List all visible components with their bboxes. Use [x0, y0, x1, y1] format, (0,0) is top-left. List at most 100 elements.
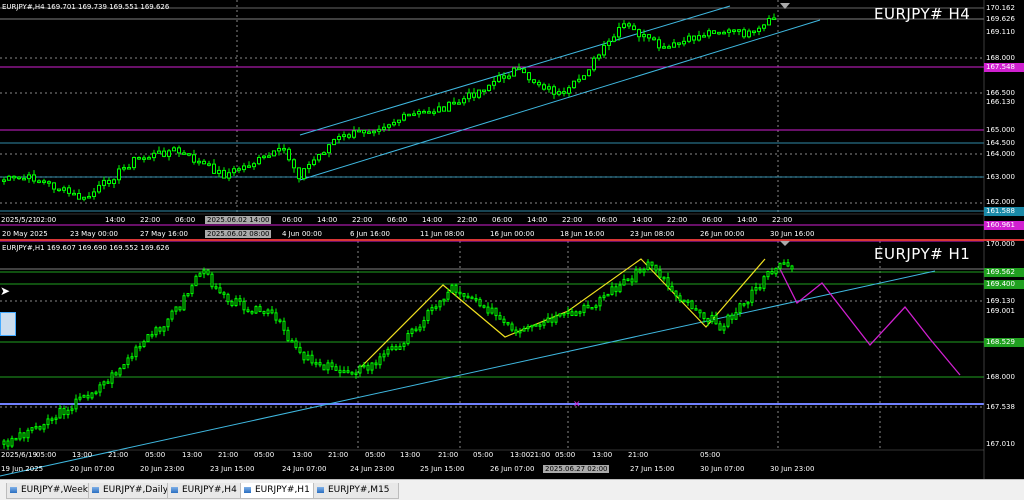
time-axis-label: 24 Jun 23:00 — [350, 465, 395, 473]
candle-body — [552, 86, 556, 95]
candle-body — [674, 290, 678, 297]
price-axis-label: 169.562 — [984, 268, 1024, 277]
candle-body — [122, 364, 126, 370]
time-axis-label: 05:00 — [473, 451, 494, 459]
candle-body — [618, 284, 622, 293]
candle-body — [172, 147, 176, 152]
candle-body — [770, 271, 774, 275]
candle-body — [494, 307, 498, 317]
candle-body — [554, 315, 558, 323]
candle-body — [572, 80, 576, 89]
candle-body — [237, 168, 241, 171]
trend-line — [0, 270, 936, 477]
candle-body — [54, 417, 58, 420]
candle-body — [627, 23, 631, 27]
candle-body — [78, 396, 82, 400]
candle-body — [102, 381, 106, 386]
candle-body — [112, 179, 116, 185]
tab-weekly[interactable]: EURJPY#,Weekly — [6, 483, 96, 499]
candle-body — [190, 285, 194, 295]
candle-body — [162, 150, 166, 157]
price-axis-label: 160.961 — [984, 221, 1024, 230]
tab-m15[interactable]: EURJPY#,M15 — [313, 483, 399, 499]
price-axis-label: 169.626 — [986, 15, 1015, 23]
candle-body — [538, 324, 542, 327]
candle-body — [334, 366, 338, 371]
candle-body — [250, 310, 254, 314]
candle-body — [514, 329, 518, 334]
candle-body — [166, 318, 170, 328]
candle-body — [246, 309, 250, 312]
time-axis-label: 21:00 — [108, 451, 129, 459]
candle-body — [434, 306, 438, 309]
candle-body — [377, 128, 381, 132]
candle-body — [2, 179, 6, 182]
price-axis-label: 169.130 — [986, 297, 1015, 305]
candle-body — [354, 372, 358, 376]
candle-body — [537, 81, 541, 86]
candle-body — [362, 129, 366, 134]
candle-body — [630, 278, 634, 283]
candle-body — [546, 317, 550, 323]
candle-body — [27, 174, 31, 180]
candle-body — [517, 67, 521, 71]
candle-body — [402, 343, 406, 347]
candle-body — [378, 356, 382, 366]
candle-body — [492, 80, 496, 86]
candle-body — [452, 101, 456, 105]
candle-body — [242, 165, 246, 171]
candle-body — [214, 286, 218, 289]
candle-body — [518, 330, 522, 334]
candle-body — [146, 334, 150, 343]
candle-body — [682, 40, 686, 45]
candle-body — [318, 362, 322, 366]
h1-price-chart[interactable]: ✕ — [0, 241, 1024, 479]
time-axis-label: 13:00 — [182, 451, 203, 459]
candle-body — [442, 298, 446, 302]
candle-body — [26, 429, 30, 439]
time-axis-label: 16 Jun 00:00 — [490, 230, 535, 238]
tab-h4[interactable]: EURJPY#,H4 — [167, 483, 247, 499]
candle-body — [462, 98, 466, 104]
time-axis-label: 05:00 — [365, 451, 386, 459]
trend-tool-icon[interactable] — [0, 312, 16, 336]
candle-body — [574, 311, 578, 317]
candle-body — [72, 192, 76, 196]
candle-body — [347, 134, 351, 138]
candle-body — [650, 261, 654, 266]
candle-body — [774, 267, 778, 275]
time-axis-label: 06:00 — [492, 216, 513, 224]
candle-body — [702, 35, 706, 38]
time-axis-label: 2025.06.27 02:00 — [543, 465, 610, 473]
candle-body — [278, 319, 282, 323]
price-axis-label: 170.000 — [986, 240, 1015, 248]
candle-body — [577, 78, 581, 82]
candle-body — [692, 35, 696, 41]
candle-body — [418, 326, 422, 331]
time-axis-label: 06:00 — [597, 216, 618, 224]
candle-body — [218, 287, 222, 294]
candle-body — [622, 23, 626, 29]
tab-h1[interactable]: EURJPY#,H1 — [240, 483, 320, 499]
h4-chart-pane[interactable]: EURJPY#,H4 169.701 169.739 169.551 169.6… — [0, 0, 1024, 240]
time-axis-label: 23 Jun 08:00 — [630, 230, 675, 238]
time-axis-label: 05:00 — [145, 451, 166, 459]
candle-body — [638, 269, 642, 273]
candle-body — [207, 163, 211, 166]
h1-chart-pane[interactable]: ✕ EURJPY#,H1 169.607 169.690 169.552 169… — [0, 240, 1024, 479]
candle-body — [702, 312, 706, 319]
h4-price-chart[interactable] — [0, 0, 1024, 240]
time-axis-label: 14:00 — [527, 216, 548, 224]
candle-body — [62, 407, 66, 416]
time-axis-label: 23 May 00:00 — [70, 230, 119, 238]
tab-daily[interactable]: EURJPY#,Daily — [88, 483, 174, 499]
price-axis-label: 169.400 — [984, 280, 1024, 289]
candle-body — [646, 261, 650, 270]
time-axis-label: 20 May 2025 — [2, 230, 48, 238]
price-axis-label: 163.000 — [986, 173, 1015, 181]
time-axis-label: 05:00 — [700, 451, 721, 459]
time-axis-label: 14:00 — [737, 216, 758, 224]
candle-body — [290, 340, 294, 343]
candle-body — [442, 106, 446, 112]
candle-body — [652, 37, 656, 41]
